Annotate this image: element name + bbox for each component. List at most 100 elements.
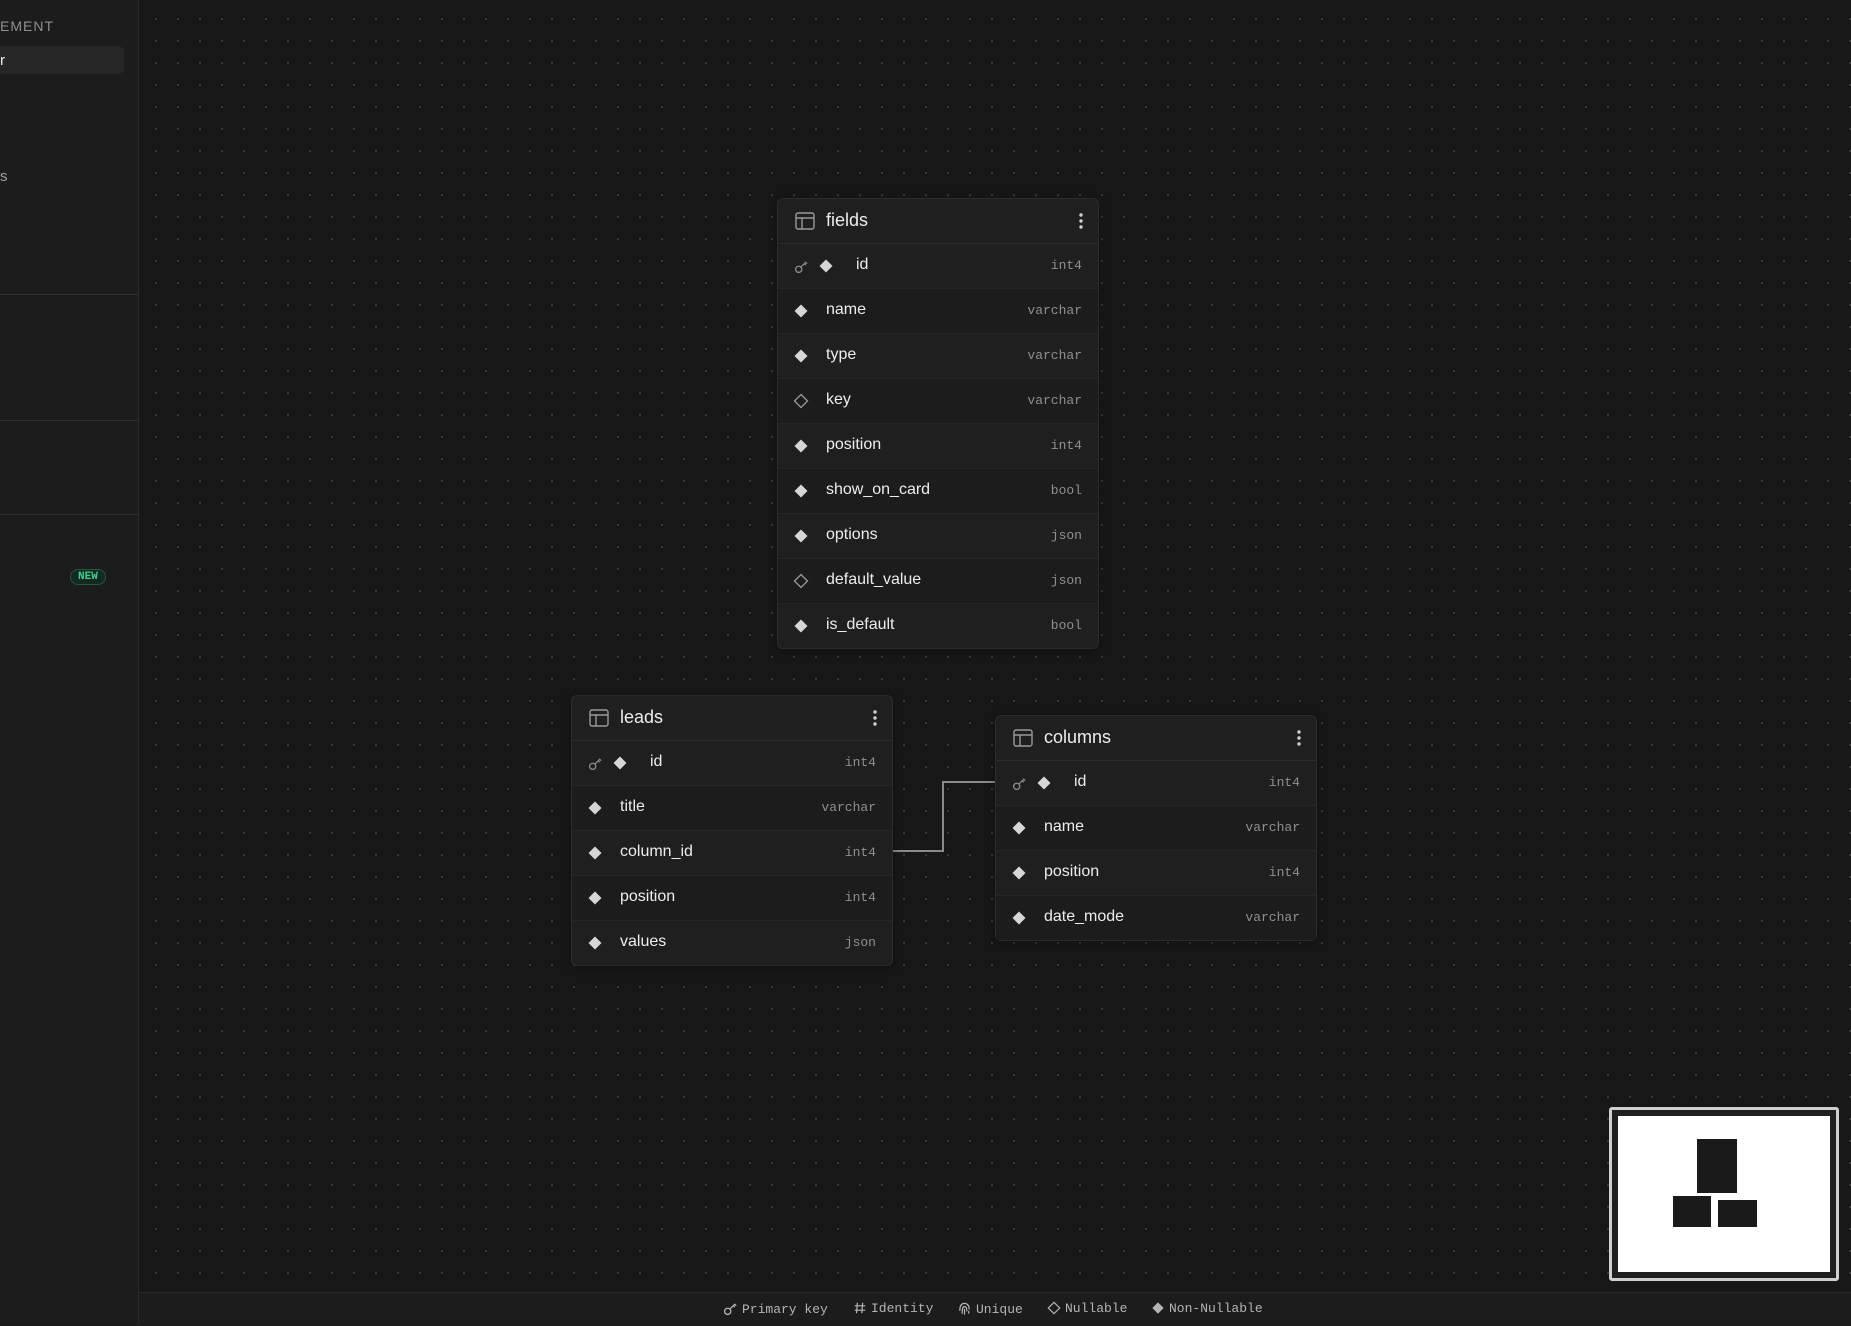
hash-icon [854, 1302, 866, 1314]
sidebar: EMENT r s NEW [0, 0, 139, 1325]
legend-unique: Unique [957, 1301, 1023, 1317]
diamond-filled-icon [794, 304, 808, 318]
diamond-filled-icon [588, 846, 602, 860]
minimap-node-fields [1697, 1139, 1737, 1193]
table-icon [1013, 729, 1033, 747]
diamond-filled-icon [794, 349, 808, 363]
diamond-filled-icon [794, 484, 808, 498]
diamond-outline-icon [793, 393, 809, 409]
column-name: id [650, 753, 663, 770]
sidebar-heading: EMENT [0, 18, 54, 34]
table-card-fields[interactable]: fields id int4 name varchar type varchar key var… [777, 198, 1099, 649]
diamond-outline-icon [793, 573, 809, 589]
column-row[interactable]: id int4 [778, 244, 1098, 289]
column-type: int4 [844, 845, 876, 860]
column-row[interactable]: position int4 [996, 851, 1316, 896]
more-options-icon[interactable] [1078, 211, 1084, 231]
table-header[interactable]: columns [996, 716, 1316, 761]
new-badge: NEW [70, 569, 106, 585]
sidebar-item-active[interactable]: r [0, 46, 124, 74]
column-type: varchar [1245, 910, 1300, 925]
diamond-filled-icon [794, 619, 808, 633]
column-row[interactable]: date_mode varchar [996, 896, 1316, 940]
column-name: position [826, 436, 882, 453]
table-header[interactable]: fields [778, 199, 1098, 244]
column-type: json [1050, 573, 1082, 588]
column-type: varchar [1027, 348, 1082, 363]
column-type: int4 [1050, 258, 1082, 273]
diamond-filled-icon [1152, 1302, 1164, 1314]
column-type: varchar [1027, 393, 1082, 408]
legend-bar: Primary key Identity Unique Nullable Non… [139, 1292, 1851, 1326]
minimap-node-leads [1673, 1196, 1711, 1227]
diamond-filled-icon [1012, 911, 1026, 925]
column-type: bool [1050, 483, 1082, 498]
diamond-filled-icon [819, 259, 833, 273]
column-row[interactable]: is_default bool [778, 604, 1098, 648]
key-icon [723, 1303, 737, 1316]
diamond-filled-icon [1012, 866, 1026, 880]
column-name: type [826, 346, 857, 363]
diamond-filled-icon [588, 891, 602, 905]
column-row[interactable]: position int4 [572, 876, 892, 921]
column-row[interactable]: name varchar [996, 806, 1316, 851]
table-header[interactable]: leads [572, 696, 892, 741]
minimap[interactable] [1609, 1107, 1839, 1281]
column-row[interactable]: column_id int4 [572, 831, 892, 876]
column-name: show_on_card [826, 481, 931, 498]
column-row[interactable]: type varchar [778, 334, 1098, 379]
key-icon [794, 261, 808, 274]
diamond-filled-icon [794, 439, 808, 453]
column-name: position [620, 888, 676, 905]
column-row[interactable]: name varchar [778, 289, 1098, 334]
diamond-filled-icon [588, 801, 602, 815]
column-name: options [826, 526, 878, 543]
column-name: id [1074, 773, 1087, 790]
diamond-filled-icon [1012, 821, 1026, 835]
column-name: default_value [826, 571, 922, 588]
column-name: is_default [826, 616, 895, 633]
legend-primary-key-label: Primary key [742, 1302, 828, 1317]
table-card-columns[interactable]: columns id int4 name varchar position int4 date… [995, 715, 1317, 941]
column-row[interactable]: values json [572, 921, 892, 965]
legend-non-nullable: Non-Nullable [1151, 1301, 1263, 1316]
more-options-icon[interactable] [1296, 728, 1302, 748]
sidebar-divider [0, 420, 138, 421]
legend-nullable-label: Nullable [1065, 1301, 1128, 1316]
sidebar-divider [0, 294, 138, 295]
column-type: json [1050, 528, 1082, 543]
key-icon [1012, 778, 1026, 791]
column-type: varchar [1245, 820, 1300, 835]
column-type: varchar [821, 800, 876, 815]
column-type: json [844, 935, 876, 950]
column-name: key [826, 391, 851, 408]
table-columns: id int4 title varchar column_id int4 position i… [572, 741, 892, 965]
legend-identity: Identity [853, 1301, 933, 1316]
sidebar-item[interactable]: s [0, 168, 8, 185]
key-icon [588, 758, 602, 771]
more-options-icon[interactable] [872, 708, 878, 728]
table-name: leads [620, 707, 664, 727]
diamond-filled-icon [613, 756, 627, 770]
column-row[interactable]: title varchar [572, 786, 892, 831]
column-row[interactable]: options json [778, 514, 1098, 559]
column-row[interactable]: id int4 [572, 741, 892, 786]
column-name: values [620, 933, 667, 950]
column-row[interactable]: show_on_card bool [778, 469, 1098, 514]
table-icon [589, 709, 609, 727]
column-name: position [1044, 863, 1100, 880]
column-row[interactable]: default_value json [778, 559, 1098, 604]
column-type: int4 [1050, 438, 1082, 453]
diamond-filled-icon [794, 529, 808, 543]
column-type: int4 [1268, 865, 1300, 880]
table-columns: id int4 name varchar position int4 date_mode va… [996, 761, 1316, 940]
column-name: name [1044, 818, 1085, 835]
column-row[interactable]: id int4 [996, 761, 1316, 806]
diamond-outline-icon [1047, 1301, 1061, 1315]
column-row[interactable]: key varchar [778, 379, 1098, 424]
column-row[interactable]: position int4 [778, 424, 1098, 469]
diamond-filled-icon [1037, 776, 1051, 790]
column-name: date_mode [1044, 908, 1125, 925]
table-card-leads[interactable]: leads id int4 title varchar column_id int4 posi… [571, 695, 893, 966]
column-name: id [856, 256, 869, 273]
